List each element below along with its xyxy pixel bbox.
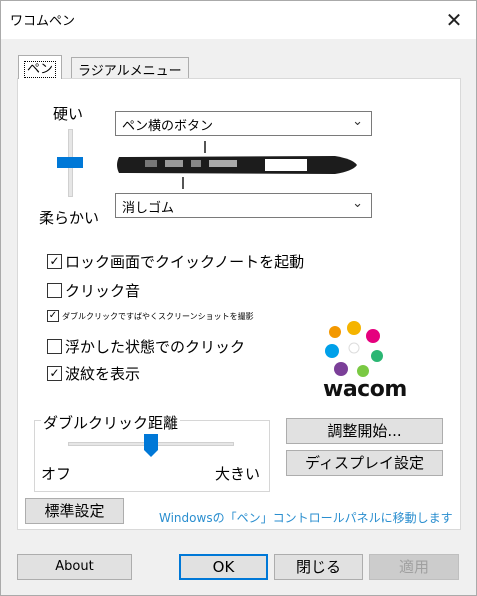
close-icon[interactable]: ✕: [442, 8, 466, 32]
hard-label: 硬い: [53, 105, 84, 123]
checkbox-box[interactable]: ✓: [47, 366, 62, 381]
tab-radial-menu[interactable]: ラジアルメニュー: [71, 57, 189, 79]
close-button[interactable]: 閉じる: [274, 554, 363, 580]
apply-button[interactable]: 適用: [369, 554, 459, 580]
ok-button[interactable]: OK: [179, 554, 268, 580]
checkbox-screenshot[interactable]: ✓ ダブルクリックですばやくスクリーンショットを撮影: [47, 310, 254, 322]
pen-illustration-icon: [117, 141, 357, 189]
checkbox-ripple[interactable]: ✓ 波紋を表示: [47, 363, 140, 384]
calibrate-button[interactable]: 調整開始...: [286, 418, 443, 444]
checkbox-click-sound-label: クリック音: [65, 282, 141, 300]
tab-radial-menu-label: ラジアルメニュー: [78, 64, 182, 79]
upper-button-select-value: ペン横のボタン: [122, 119, 214, 134]
checkbox-ripple-label: 波紋を表示: [65, 365, 141, 383]
checkbox-box[interactable]: ✓: [47, 254, 62, 269]
checkbox-click-sound[interactable]: クリック音: [47, 280, 140, 301]
defaults-button[interactable]: 標準設定: [25, 498, 124, 524]
about-button[interactable]: About: [17, 554, 132, 580]
double-click-min-label: オフ: [41, 465, 72, 483]
tab-pen-label: ペン: [23, 61, 57, 78]
soft-label: 柔らかい: [39, 209, 100, 227]
upper-button-select[interactable]: ペン横のボタン ⌄: [115, 111, 372, 136]
wacom-logo-icon: [325, 321, 383, 377]
chevron-down-icon: ⌄: [352, 196, 363, 211]
windows-pen-settings-link[interactable]: Windowsの「ペン」コントロールパネルに移動します: [159, 509, 453, 526]
window-title: ワコムペン: [10, 14, 76, 29]
display-settings-button[interactable]: ディスプレイ設定: [286, 450, 443, 476]
eraser-select[interactable]: 消しゴム ⌄: [115, 193, 372, 218]
checkbox-screenshot-label: ダブルクリックですばやくスクリーンショットを撮影: [62, 311, 254, 321]
checkbox-box[interactable]: [47, 283, 62, 298]
double-click-max-label: 大きい: [215, 465, 261, 483]
wacom-wordmark: wacom: [323, 377, 407, 402]
title-bar: ワコムペン ✕: [1, 1, 476, 39]
pressure-slider-thumb[interactable]: [57, 157, 83, 168]
chevron-down-icon: ⌄: [352, 114, 363, 129]
checkbox-box[interactable]: [47, 339, 62, 354]
checkbox-quick-note-label: ロック画面でクイックノートを起動: [65, 253, 305, 271]
checkbox-hover-click[interactable]: 浮かした状態でのクリック: [47, 336, 245, 357]
checkbox-hover-click-label: 浮かした状態でのクリック: [65, 338, 246, 356]
tab-pen[interactable]: ペン: [18, 55, 63, 79]
eraser-select-value: 消しゴム: [122, 201, 175, 216]
double-click-distance-title: ダブルクリック距離: [41, 412, 181, 433]
double-click-slider-thumb[interactable]: [143, 433, 159, 458]
checkbox-box[interactable]: ✓: [47, 310, 59, 322]
checkbox-quick-note[interactable]: ✓ ロック画面でクイックノートを起動: [47, 251, 304, 272]
wacom-pen-dialog: ワコムペン ✕ ペン ラジアルメニュー 硬い 柔らかい ペン横のボタン ⌄ 消し…: [0, 0, 477, 596]
